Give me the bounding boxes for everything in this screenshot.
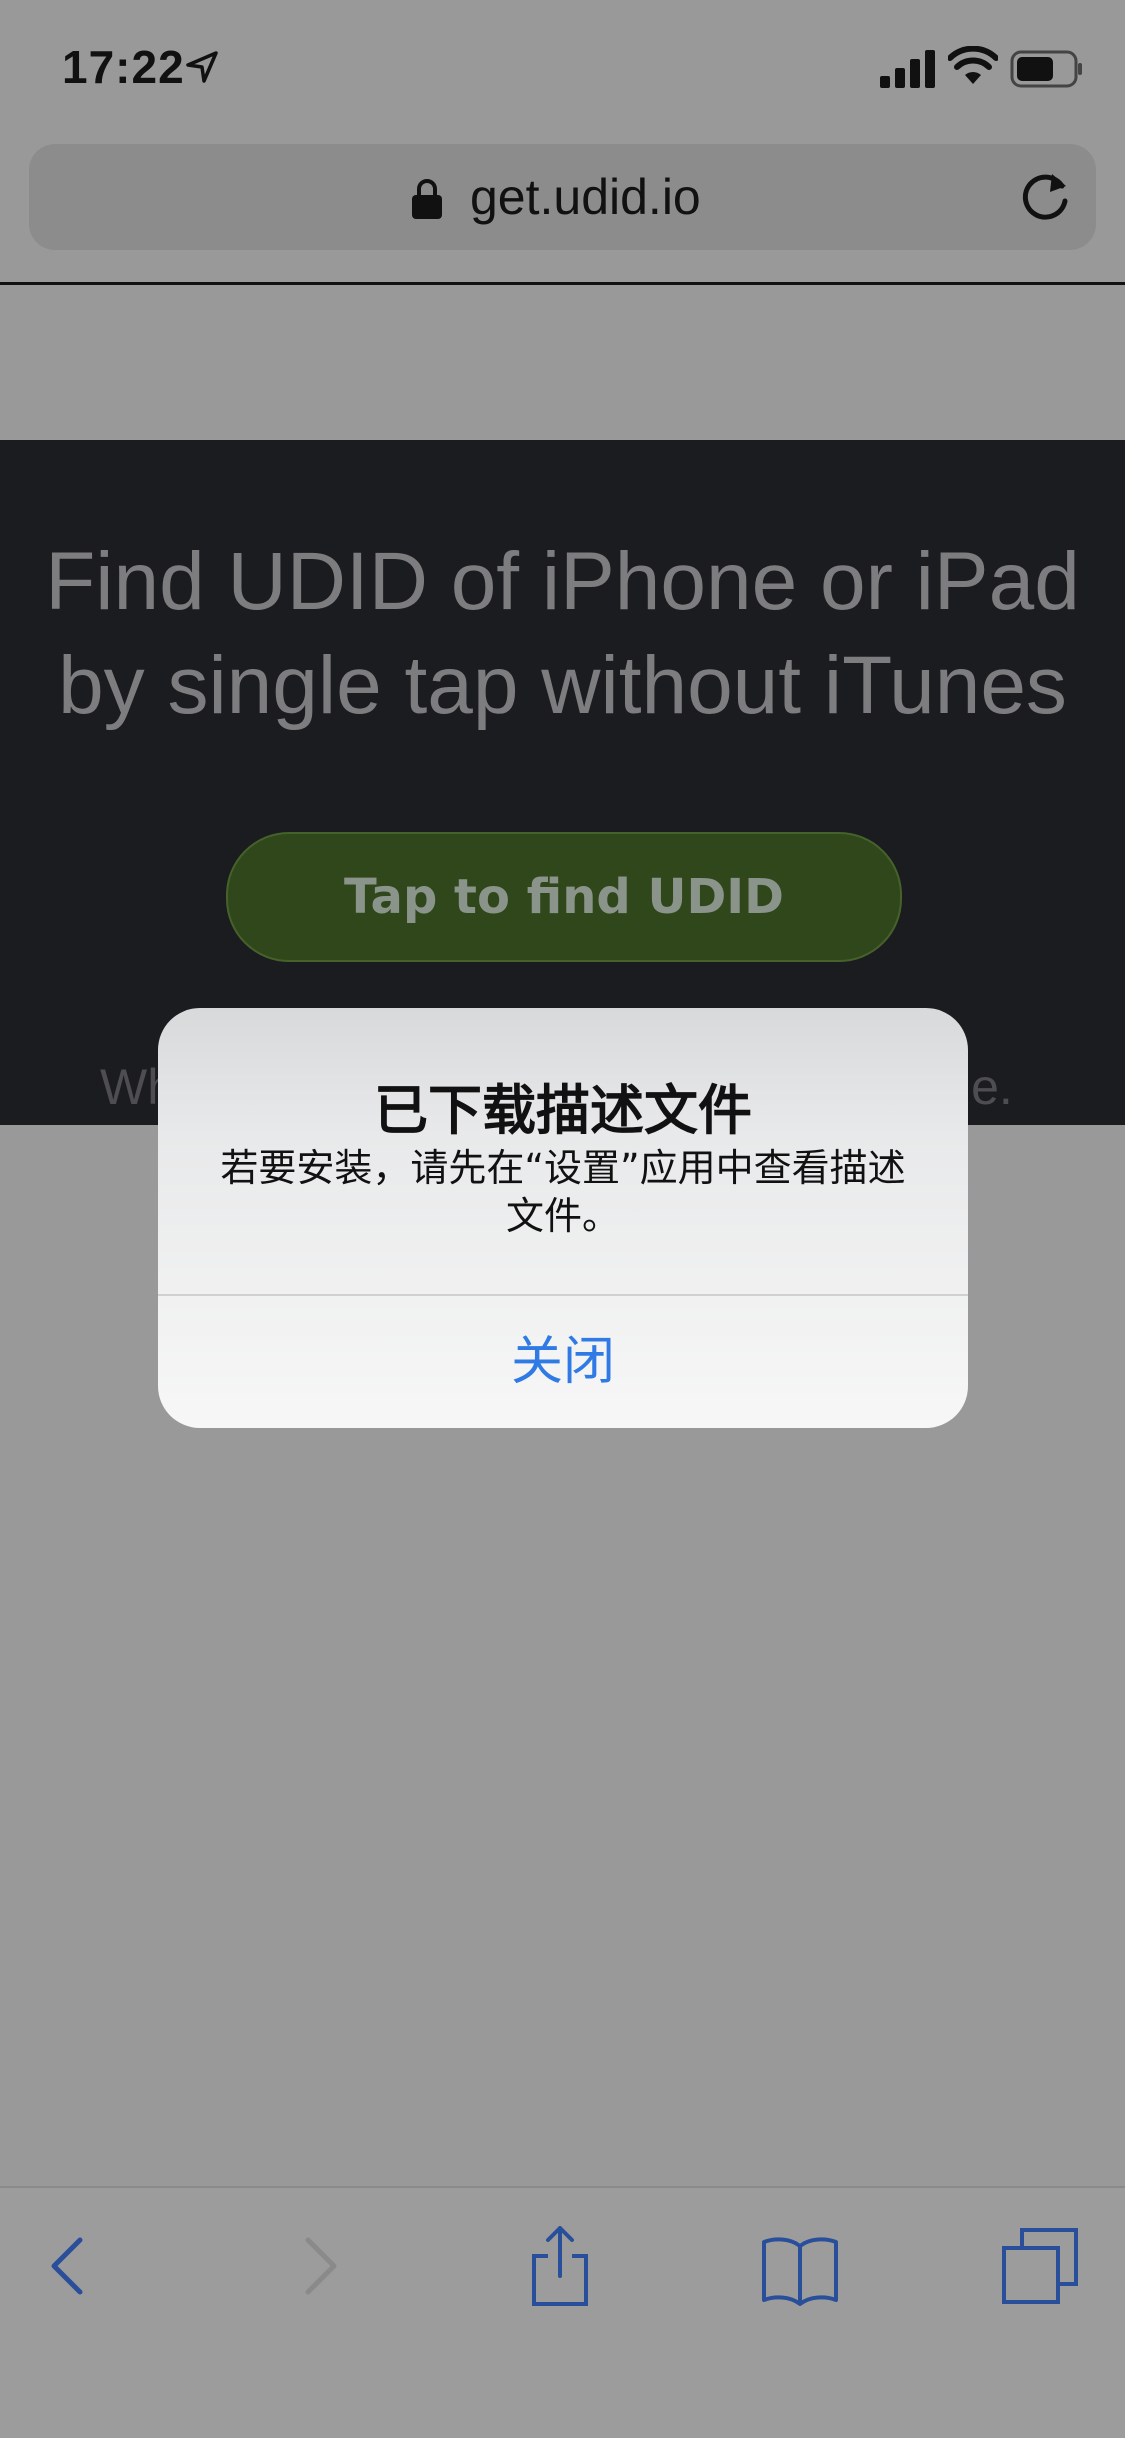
hero-title-line2: by single tap without iTunes (58, 640, 1067, 731)
dialog-message: 若要安装，请先在“设置”应用中查看描述文件。 (220, 1146, 906, 1238)
status-time: 17:22 (62, 41, 185, 93)
dialog-close-button[interactable]: 关闭 (158, 1296, 968, 1428)
hero-title: Find UDID of iPhone or iPad by single ta… (0, 530, 1125, 738)
dialog-title: 已下载描述文件 (374, 1079, 752, 1142)
forward-icon (305, 2237, 337, 2295)
hero-title-line1: Find UDID of iPhone or iPad (45, 536, 1080, 627)
bottom-toolbar (0, 2186, 1125, 2438)
url-text[interactable]: get.udid.io (470, 168, 701, 226)
share-icon[interactable] (520, 2226, 600, 2306)
location-icon (186, 51, 218, 83)
toolbar-divider (0, 282, 1125, 285)
bookmarks-icon[interactable] (760, 2226, 840, 2306)
back-icon[interactable] (30, 2226, 110, 2306)
wifi-icon (948, 46, 998, 84)
lock-icon (412, 179, 442, 219)
tabs-icon[interactable] (1000, 2226, 1080, 2306)
battery-icon (1010, 50, 1082, 88)
signal-icon (880, 50, 935, 88)
reload-icon[interactable] (1016, 168, 1074, 226)
find-udid-button[interactable]: Tap to find UDID (226, 832, 902, 962)
alert-dialog: 已下载描述文件 若要安装，请先在“设置”应用中查看描述文件。 关闭 (158, 1008, 968, 1428)
